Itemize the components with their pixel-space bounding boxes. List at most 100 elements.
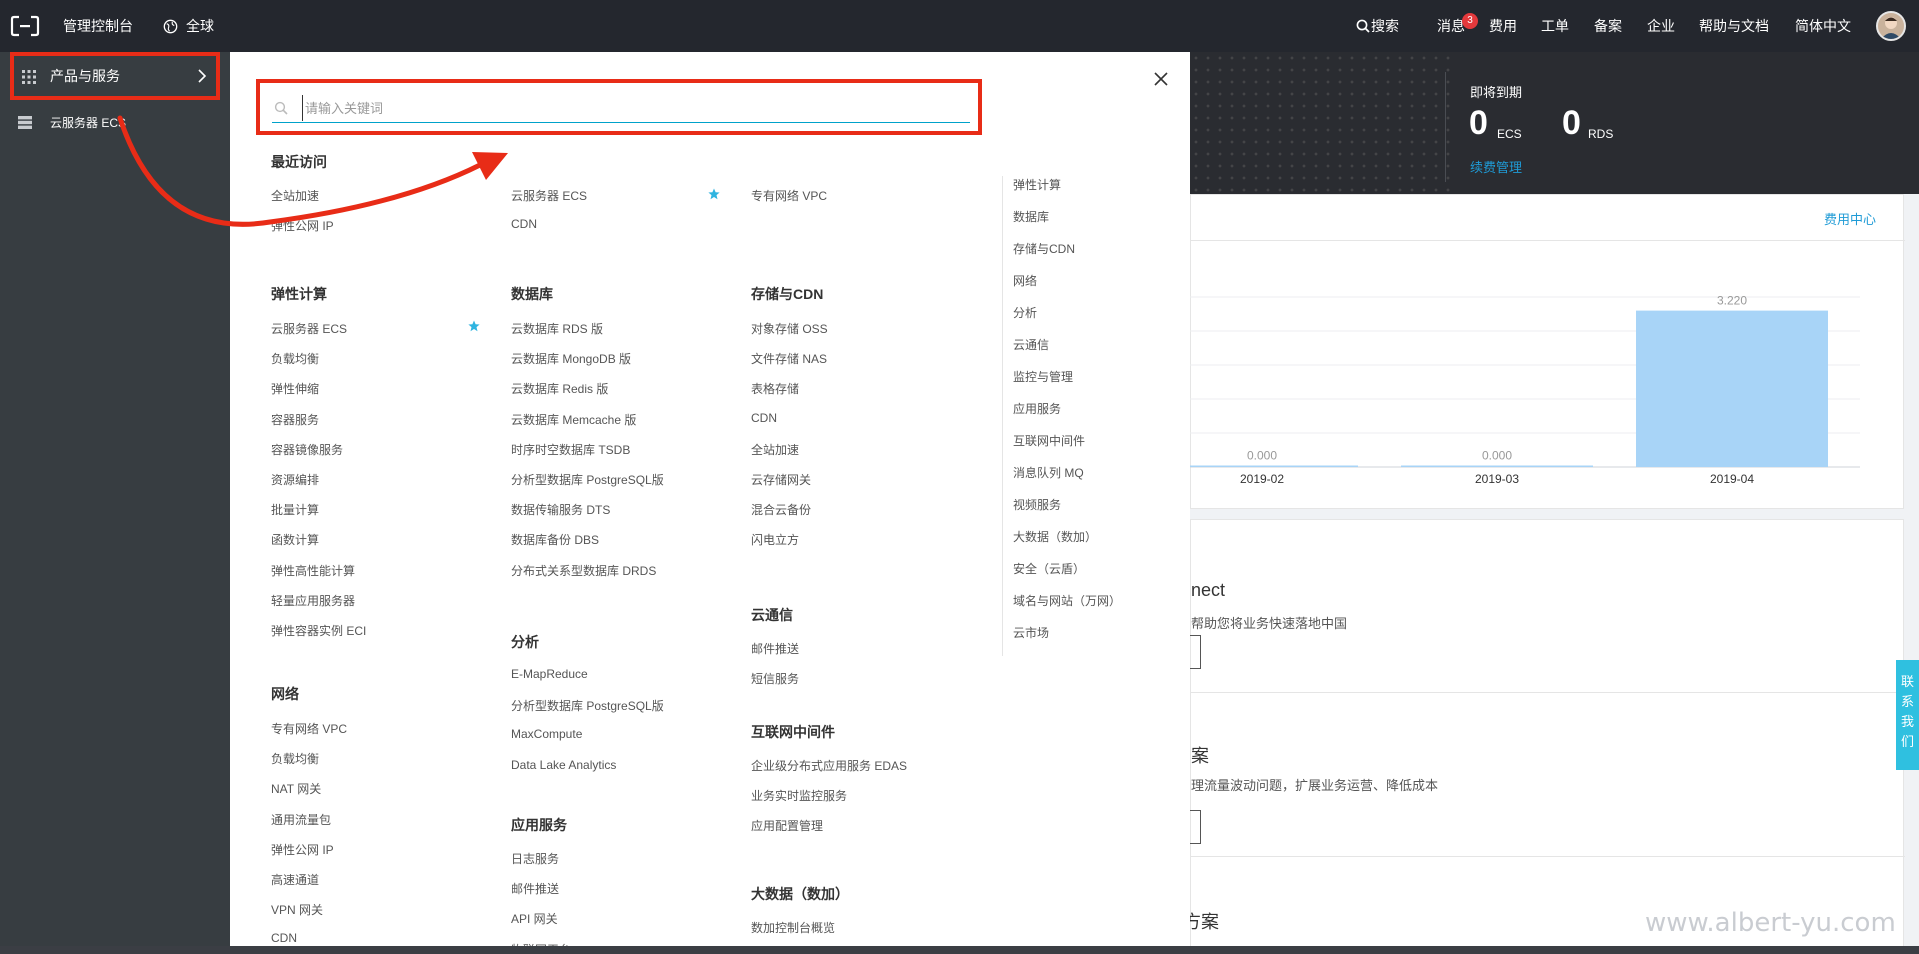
- star-icon[interactable]: [708, 188, 720, 200]
- menu-item-compute[interactable]: 弹性伸缩: [271, 380, 319, 397]
- menu-item-network[interactable]: CDN: [271, 931, 297, 945]
- menu-item-network[interactable]: VPN 网关: [271, 901, 323, 918]
- menu-item-middleware[interactable]: 业务实时监控服务: [751, 787, 847, 804]
- menu-item-network[interactable]: 负载均衡: [271, 750, 319, 767]
- group-title-middleware: 互联网中间件: [751, 724, 835, 740]
- menu-item-storage[interactable]: 文件存储 NAS: [751, 350, 827, 367]
- category-index-item[interactable]: 云市场: [1013, 624, 1049, 641]
- menu-item-database[interactable]: 数据库备份 DBS: [511, 531, 599, 548]
- icp-link[interactable]: 备案: [1594, 0, 1622, 52]
- menu-item-compute[interactable]: 容器镜像服务: [271, 441, 343, 458]
- menu-item-database[interactable]: 数据传输服务 DTS: [511, 501, 610, 518]
- menu-item-compute[interactable]: 函数计算: [271, 531, 319, 548]
- aliyun-logo-icon[interactable]: [10, 14, 40, 38]
- menu-item-analytics[interactable]: MaxCompute: [511, 727, 582, 741]
- menu-item-comm[interactable]: 邮件推送: [751, 640, 799, 657]
- ecs-expiring-count[interactable]: 0: [1469, 104, 1488, 143]
- menu-item-compute[interactable]: 轻量应用服务器: [271, 592, 355, 609]
- menu-item-storage[interactable]: 表格存储: [751, 380, 799, 397]
- category-index-item[interactable]: 网络: [1013, 272, 1037, 289]
- menu-item-network[interactable]: 弹性公网 IP: [271, 841, 334, 858]
- avatar[interactable]: [1876, 11, 1906, 41]
- menu-item-network[interactable]: 专有网络 VPC: [271, 720, 347, 737]
- rds-expiring-count[interactable]: 0: [1562, 104, 1581, 143]
- category-index-item[interactable]: 安全（云盾）: [1013, 560, 1085, 577]
- menu-item-storage[interactable]: 混合云备份: [751, 501, 811, 518]
- search-icon[interactable]: [1356, 19, 1370, 33]
- menu-item-bigdata[interactable]: 数加控制台概览: [751, 919, 835, 936]
- contact-char: 们: [1900, 734, 1914, 749]
- language-selector[interactable]: 简体中文: [1795, 0, 1851, 52]
- category-index-item[interactable]: 视频服务: [1013, 496, 1061, 513]
- close-icon[interactable]: [1152, 70, 1170, 88]
- menu-item-storage[interactable]: 闪电立方: [751, 531, 799, 548]
- menu-item-database[interactable]: 云数据库 MongoDB 版: [511, 350, 631, 367]
- menu-item-analytics[interactable]: Data Lake Analytics: [511, 758, 616, 772]
- menu-item-database[interactable]: 云数据库 Redis 版: [511, 380, 608, 397]
- menu-item-analytics[interactable]: 分析型数据库 PostgreSQL版: [511, 697, 664, 714]
- menu-item-middleware[interactable]: 企业级分布式应用服务 EDAS: [751, 757, 907, 774]
- menu-item-database[interactable]: 云数据库 RDS 版: [511, 320, 603, 337]
- menu-item-compute[interactable]: 容器服务: [271, 411, 319, 428]
- category-index-item[interactable]: 互联网中间件: [1013, 432, 1085, 449]
- region-selector[interactable]: 全球: [186, 0, 214, 52]
- chart-bar[interactable]: [1636, 310, 1828, 467]
- menu-item-appservice[interactable]: API 网关: [511, 910, 558, 927]
- sidebar-item-label: 云服务器 ECS: [50, 116, 127, 130]
- menu-item-compute[interactable]: 批量计算: [271, 501, 319, 518]
- category-index-item[interactable]: 分析: [1013, 304, 1037, 321]
- menu-item-compute[interactable]: 资源编排: [271, 471, 319, 488]
- menu-item-storage[interactable]: 云存储网关: [751, 471, 811, 488]
- category-index-item[interactable]: 弹性计算: [1013, 176, 1061, 193]
- menu-item-database[interactable]: 分析型数据库 PostgreSQL版: [511, 471, 664, 488]
- menu-item-compute[interactable]: 负载均衡: [271, 350, 319, 367]
- search-link[interactable]: 搜索: [1371, 0, 1399, 52]
- menu-item-storage[interactable]: 对象存储 OSS: [751, 320, 828, 337]
- star-icon[interactable]: [468, 320, 480, 332]
- product-search-input[interactable]: [302, 95, 962, 121]
- menu-item-middleware[interactable]: 应用配置管理: [751, 817, 823, 834]
- recent-item[interactable]: 弹性公网 IP: [271, 217, 334, 234]
- menu-item-storage[interactable]: 全站加速: [751, 441, 799, 458]
- menu-item-storage[interactable]: CDN: [751, 411, 777, 425]
- billing-link[interactable]: 费用: [1489, 0, 1517, 52]
- sidebar-item-ecs[interactable]: 云服务器 ECS: [0, 108, 230, 138]
- menu-item-appservice[interactable]: 日志服务: [511, 850, 559, 867]
- recent-item[interactable]: 专有网络 VPC: [751, 187, 827, 204]
- category-index-item[interactable]: 云通信: [1013, 336, 1049, 353]
- chart-bar[interactable]: [1401, 465, 1593, 468]
- chart-bar[interactable]: [1190, 465, 1358, 468]
- renew-management-link[interactable]: 续费管理: [1470, 157, 1522, 176]
- menu-item-database[interactable]: 时序时空数据库 TSDB: [511, 441, 630, 458]
- recent-item[interactable]: CDN: [511, 217, 537, 231]
- category-index-item[interactable]: 大数据（数加）: [1013, 528, 1097, 545]
- recent-item[interactable]: 全站加速: [271, 187, 319, 204]
- menu-item-compute[interactable]: 弹性高性能计算: [271, 562, 355, 579]
- globe-icon[interactable]: [163, 19, 178, 34]
- enterprise-link[interactable]: 企业: [1647, 0, 1675, 52]
- billing-center-link[interactable]: 费用中心: [1824, 209, 1876, 228]
- products-services-menu[interactable]: 产品与服务: [10, 52, 220, 100]
- menu-item-appservice[interactable]: 邮件推送: [511, 880, 559, 897]
- tickets-link[interactable]: 工单: [1541, 0, 1569, 52]
- menu-item-compute[interactable]: 弹性容器实例 ECI: [271, 622, 366, 639]
- messages-link[interactable]: 消息: [1437, 0, 1465, 52]
- menu-item-database[interactable]: 云数据库 Memcache 版: [511, 411, 636, 428]
- category-index-item[interactable]: 数据库: [1013, 208, 1049, 225]
- menu-item-network[interactable]: 高速通道: [271, 871, 319, 888]
- category-index-item[interactable]: 监控与管理: [1013, 368, 1073, 385]
- contact-us-tab[interactable]: 联 系 我 们: [1896, 660, 1919, 770]
- menu-item-network[interactable]: 通用流量包: [271, 811, 331, 828]
- menu-item-comm[interactable]: 短信服务: [751, 670, 799, 687]
- menu-item-network[interactable]: NAT 网关: [271, 780, 321, 797]
- console-link[interactable]: 管理控制台: [63, 0, 133, 52]
- help-docs-link[interactable]: 帮助与文档: [1699, 0, 1769, 52]
- category-index-item[interactable]: 消息队列 MQ: [1013, 464, 1084, 481]
- category-index-item[interactable]: 应用服务: [1013, 400, 1061, 417]
- menu-item-database[interactable]: 分布式关系型数据库 DRDS: [511, 562, 656, 579]
- recent-item[interactable]: 云服务器 ECS: [511, 187, 587, 204]
- category-index-item[interactable]: 存储与CDN: [1013, 240, 1075, 257]
- menu-item-analytics[interactable]: E-MapReduce: [511, 667, 588, 681]
- menu-item-compute[interactable]: 云服务器 ECS: [271, 320, 347, 337]
- category-index-item[interactable]: 域名与网站（万网）: [1013, 592, 1121, 609]
